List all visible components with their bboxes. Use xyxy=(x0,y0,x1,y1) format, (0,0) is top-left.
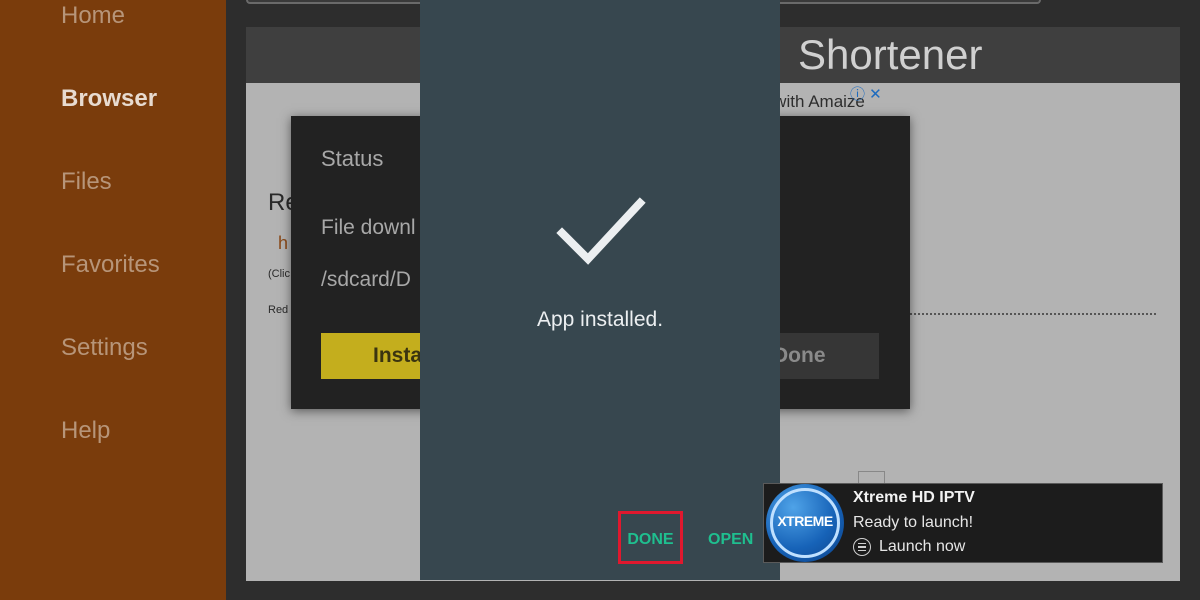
sidebar-item-favorites[interactable]: Favorites xyxy=(61,251,160,279)
xtreme-app-icon: XTREME xyxy=(766,484,844,562)
app-installed-message: App installed. xyxy=(536,308,664,331)
sidebar-item-home[interactable]: Home xyxy=(61,2,125,30)
text-fragment-h: h xyxy=(278,233,289,253)
launch-notification[interactable]: XTREME Xtreme HD IPTV Ready to launch! L… xyxy=(763,483,1163,563)
sidebar-item-help[interactable]: Help xyxy=(61,417,110,445)
open-button[interactable]: OPEN xyxy=(708,531,753,549)
launch-now-action[interactable]: Launch now xyxy=(853,538,965,556)
page-header-title: Shortener xyxy=(798,31,983,78)
status-dialog-title: Status xyxy=(321,146,384,171)
menu-icon xyxy=(853,538,871,556)
notification-title: Xtreme HD IPTV xyxy=(853,489,975,506)
done-button[interactable]: DONE xyxy=(618,511,683,564)
launch-now-label: Launch now xyxy=(879,538,966,555)
sidebar-item-files[interactable]: Files xyxy=(61,168,112,196)
installer-panel: App installed. DONE OPEN xyxy=(420,0,780,580)
status-download-text: File downl xyxy=(321,216,416,239)
sidebar-item-browser[interactable]: Browser xyxy=(61,85,157,113)
sidebar-item-settings[interactable]: Settings xyxy=(61,334,148,362)
ad-close-icon[interactable]: ⓘ ✕ xyxy=(850,83,882,104)
app-icon-label: XTREME xyxy=(777,513,833,529)
sidebar: Home Browser Files Favorites Settings He… xyxy=(0,0,226,600)
text-fragment-red: Red xyxy=(268,304,289,316)
text-fragment-clic: (Clic xyxy=(268,268,290,280)
status-path-text: /sdcard/D xyxy=(321,268,411,291)
notification-subtitle: Ready to launch! xyxy=(853,514,974,531)
checkmark-icon xyxy=(556,195,646,272)
